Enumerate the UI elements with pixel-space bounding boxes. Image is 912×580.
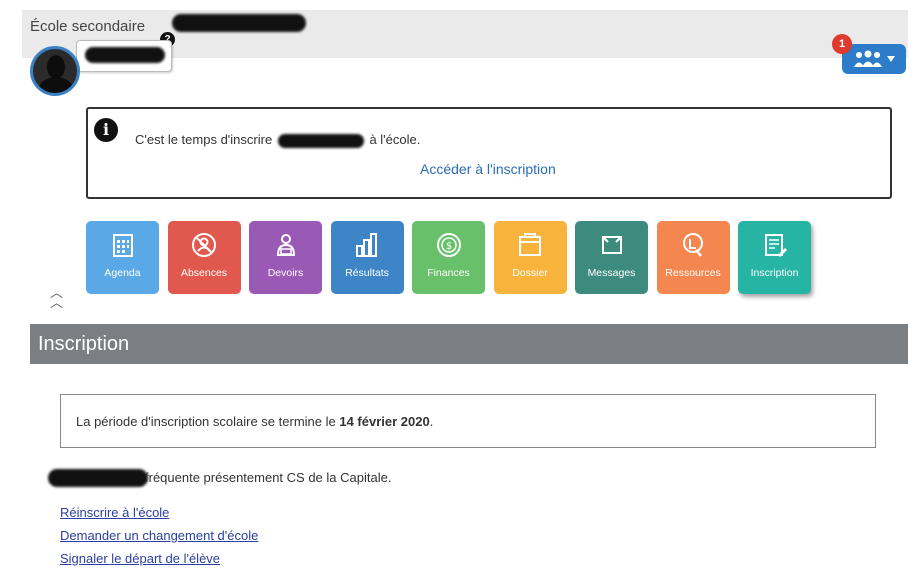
redacted-student-name — [48, 469, 148, 487]
redacted-school-name — [172, 14, 306, 32]
tile-label: Devoirs — [267, 267, 304, 279]
access-registration-link[interactable]: Accéder à l'inscription — [420, 161, 556, 177]
family-icon — [854, 50, 882, 67]
redacted-student-name — [85, 47, 165, 63]
registration-alert — [86, 107, 892, 199]
reenroll-link[interactable]: Réinscrire à l'école — [60, 505, 258, 520]
module-tiles: Agenda Absences Devoirs Résultats $ Fina… — [86, 221, 820, 294]
tile-label: Messages — [587, 267, 636, 279]
tile-absences[interactable]: Absences — [167, 221, 241, 294]
tile-finances[interactable]: $ Finances — [412, 221, 485, 294]
tile-messages[interactable]: Messages — [575, 221, 648, 294]
money-icon: $ — [436, 233, 461, 257]
tile-dossier[interactable]: Dossier — [493, 221, 567, 294]
report-departure-link[interactable]: Signaler le départ de l'élève — [60, 551, 258, 566]
attendance-status: fréquente présentement CS de la Capitale… — [145, 470, 392, 485]
tile-label: Agenda — [104, 267, 141, 279]
collapse-chevron-icon[interactable]: ︿ ︿ — [50, 286, 63, 309]
alert-message: C'est le temps d'inscrire à l'école. — [135, 132, 421, 148]
redacted-student-name — [277, 133, 364, 148]
registration-period-notice: La période d'inscription scolaire se ter… — [60, 394, 876, 448]
tile-ressources[interactable]: Ressources — [656, 221, 730, 294]
tile-label: Inscription — [750, 267, 799, 279]
svg-text:$: $ — [445, 241, 451, 252]
info-icon: i — [94, 118, 118, 142]
tile-resultats[interactable]: Résultats — [330, 221, 404, 294]
school-title: École secondaire — [30, 18, 145, 35]
folder-icon — [519, 233, 541, 256]
school-label: École secondaire — [30, 18, 146, 35]
tile-label: Finances — [427, 267, 470, 279]
chart-icon — [356, 233, 377, 257]
tile-label: Résultats — [345, 267, 389, 279]
calendar-icon — [112, 234, 133, 257]
family-switch-button[interactable] — [842, 44, 906, 74]
tile-devoirs[interactable]: Devoirs — [249, 221, 322, 294]
absence-icon — [192, 233, 216, 257]
tile-label: Ressources — [665, 267, 721, 279]
avatar[interactable] — [30, 46, 80, 96]
tile-inscription[interactable]: Inscription — [738, 221, 811, 294]
homework-icon — [276, 234, 295, 256]
registration-icon — [764, 234, 787, 257]
tile-agenda[interactable]: Agenda — [86, 221, 159, 294]
tile-label: Dossier — [512, 267, 548, 279]
message-icon — [601, 236, 622, 254]
resources-icon — [683, 233, 703, 257]
action-links: Réinscrire à l'école Demander un changem… — [60, 505, 258, 574]
deadline-date: 14 février 2020 — [339, 414, 430, 429]
chevron-down-icon — [887, 56, 895, 62]
student-name-card[interactable] — [76, 40, 172, 72]
tile-label: Absences — [180, 267, 228, 279]
notification-badge[interactable]: 1 — [832, 34, 852, 54]
change-school-link[interactable]: Demander un changement d'école — [60, 528, 258, 543]
section-title: Inscription — [30, 324, 908, 364]
